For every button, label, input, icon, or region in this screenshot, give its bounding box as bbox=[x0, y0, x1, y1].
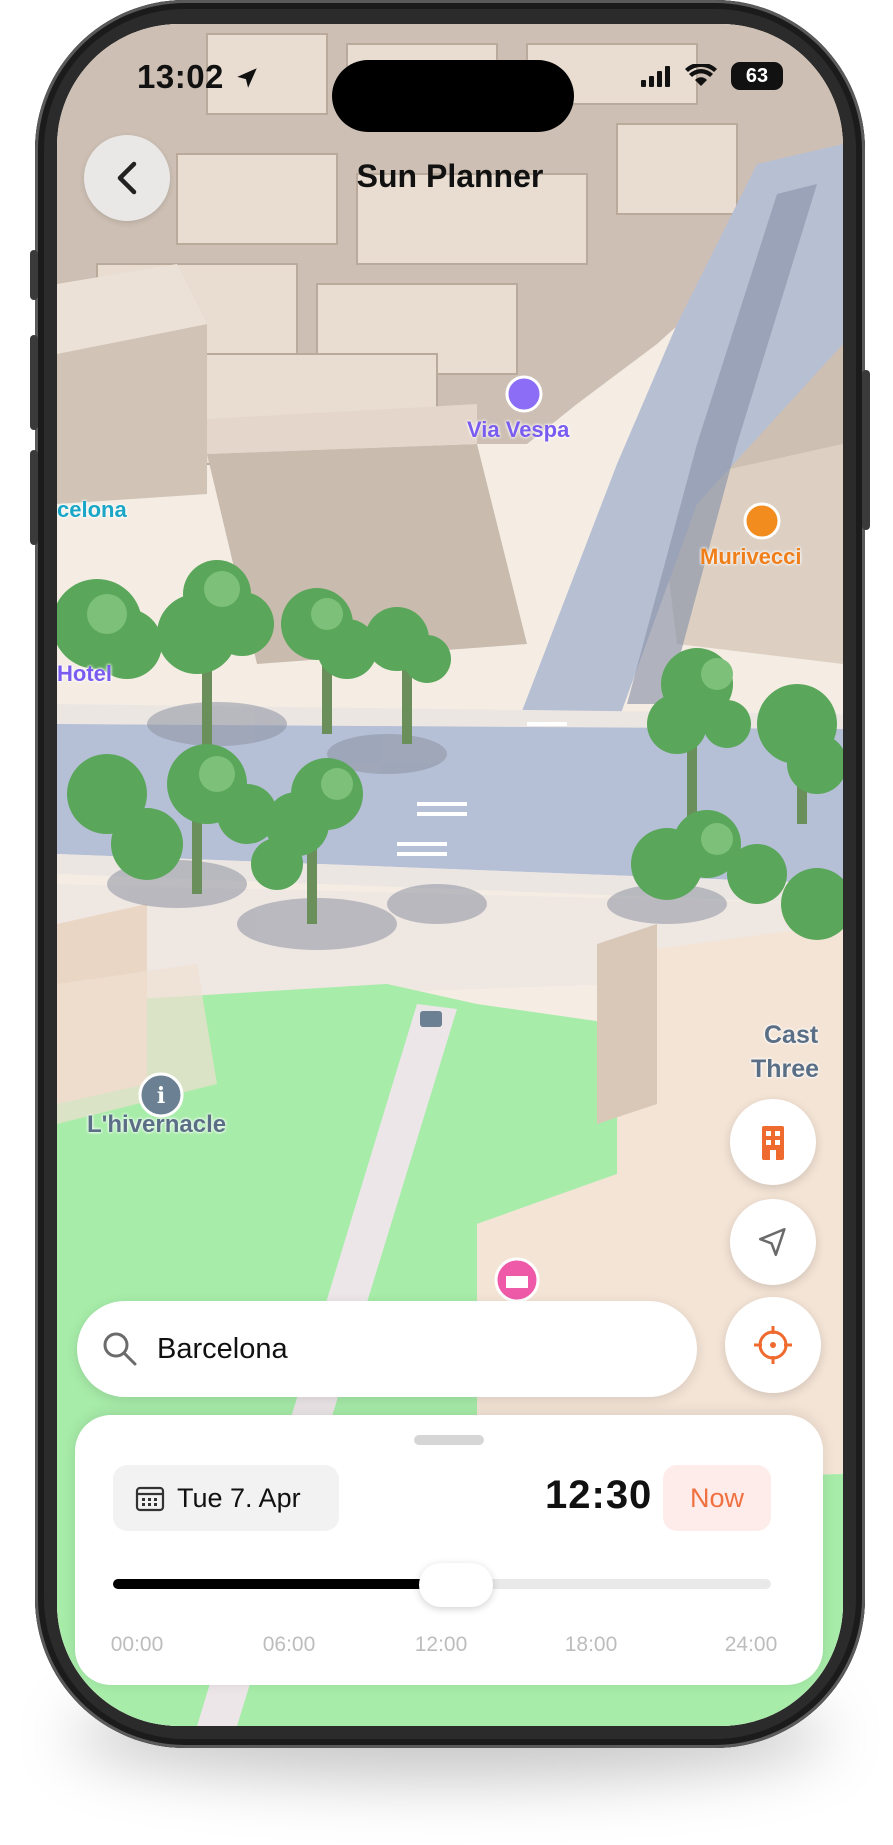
poi-label-lhivernacle[interactable]: L'hivernacle bbox=[87, 1111, 226, 1139]
app-screen: i Via Vespa Murivecci celona Hotel L'hiv… bbox=[57, 24, 843, 1726]
building-icon bbox=[762, 1126, 784, 1160]
time-slider-thumb[interactable] bbox=[418, 1563, 493, 1607]
tick-label: 00:00 bbox=[110, 1633, 164, 1656]
date-picker-button[interactable]: Tue 7. Apr bbox=[113, 1465, 339, 1531]
device-mockup: i Via Vespa Murivecci celona Hotel L'hiv… bbox=[0, 0, 893, 1845]
crosshair-icon bbox=[754, 1326, 792, 1364]
navigate-button[interactable] bbox=[730, 1199, 816, 1285]
poi-label-barcelona[interactable]: celona bbox=[57, 497, 127, 523]
calendar-icon bbox=[135, 1486, 165, 1512]
tick-label: 06:00 bbox=[262, 1633, 316, 1656]
sheet-grabber[interactable] bbox=[414, 1435, 484, 1445]
svg-text:i: i bbox=[157, 1083, 165, 1109]
time-slider-fill bbox=[113, 1579, 456, 1589]
now-button[interactable]: Now bbox=[663, 1465, 771, 1531]
cellular-signal-icon bbox=[641, 66, 670, 87]
navigation-arrow-icon bbox=[758, 1227, 786, 1257]
dynamic-island bbox=[332, 60, 574, 132]
page-title: Sun Planner bbox=[356, 158, 544, 194]
locate-me-button[interactable] bbox=[725, 1297, 821, 1393]
search-input[interactable]: Barcelona bbox=[157, 1333, 288, 1366]
poi-label-castell-2[interactable]: Three bbox=[751, 1055, 819, 1084]
search-icon bbox=[103, 1332, 137, 1366]
status-indicators: 63 bbox=[641, 62, 783, 90]
search-bar[interactable]: Barcelona bbox=[77, 1301, 697, 1397]
poi-label-castell[interactable]: Cast bbox=[764, 1021, 818, 1050]
poi-label-via-vespa[interactable]: Via Vespa bbox=[467, 417, 569, 443]
tick-label: 12:00 bbox=[414, 1633, 468, 1656]
poi-label-murivecci[interactable]: Murivecci bbox=[700, 544, 802, 570]
battery-icon: 63 bbox=[731, 62, 783, 90]
date-label: Tue 7. Apr bbox=[177, 1482, 301, 1513]
selected-time: 12:30 bbox=[545, 1473, 653, 1517]
wifi-icon bbox=[685, 64, 717, 86]
poi-label-hotel[interactable]: Hotel bbox=[57, 661, 112, 687]
time-planner-sheet: Tue 7. Apr 12:30 Now 00:00 06:00 12:00 1… bbox=[75, 1415, 823, 1685]
location-arrow-icon bbox=[236, 68, 257, 88]
tick-label: 24:00 bbox=[724, 1633, 778, 1656]
status-time: 13:02 bbox=[137, 58, 260, 96]
buildings-toggle-button[interactable] bbox=[730, 1099, 816, 1185]
tick-label: 18:00 bbox=[564, 1633, 618, 1656]
